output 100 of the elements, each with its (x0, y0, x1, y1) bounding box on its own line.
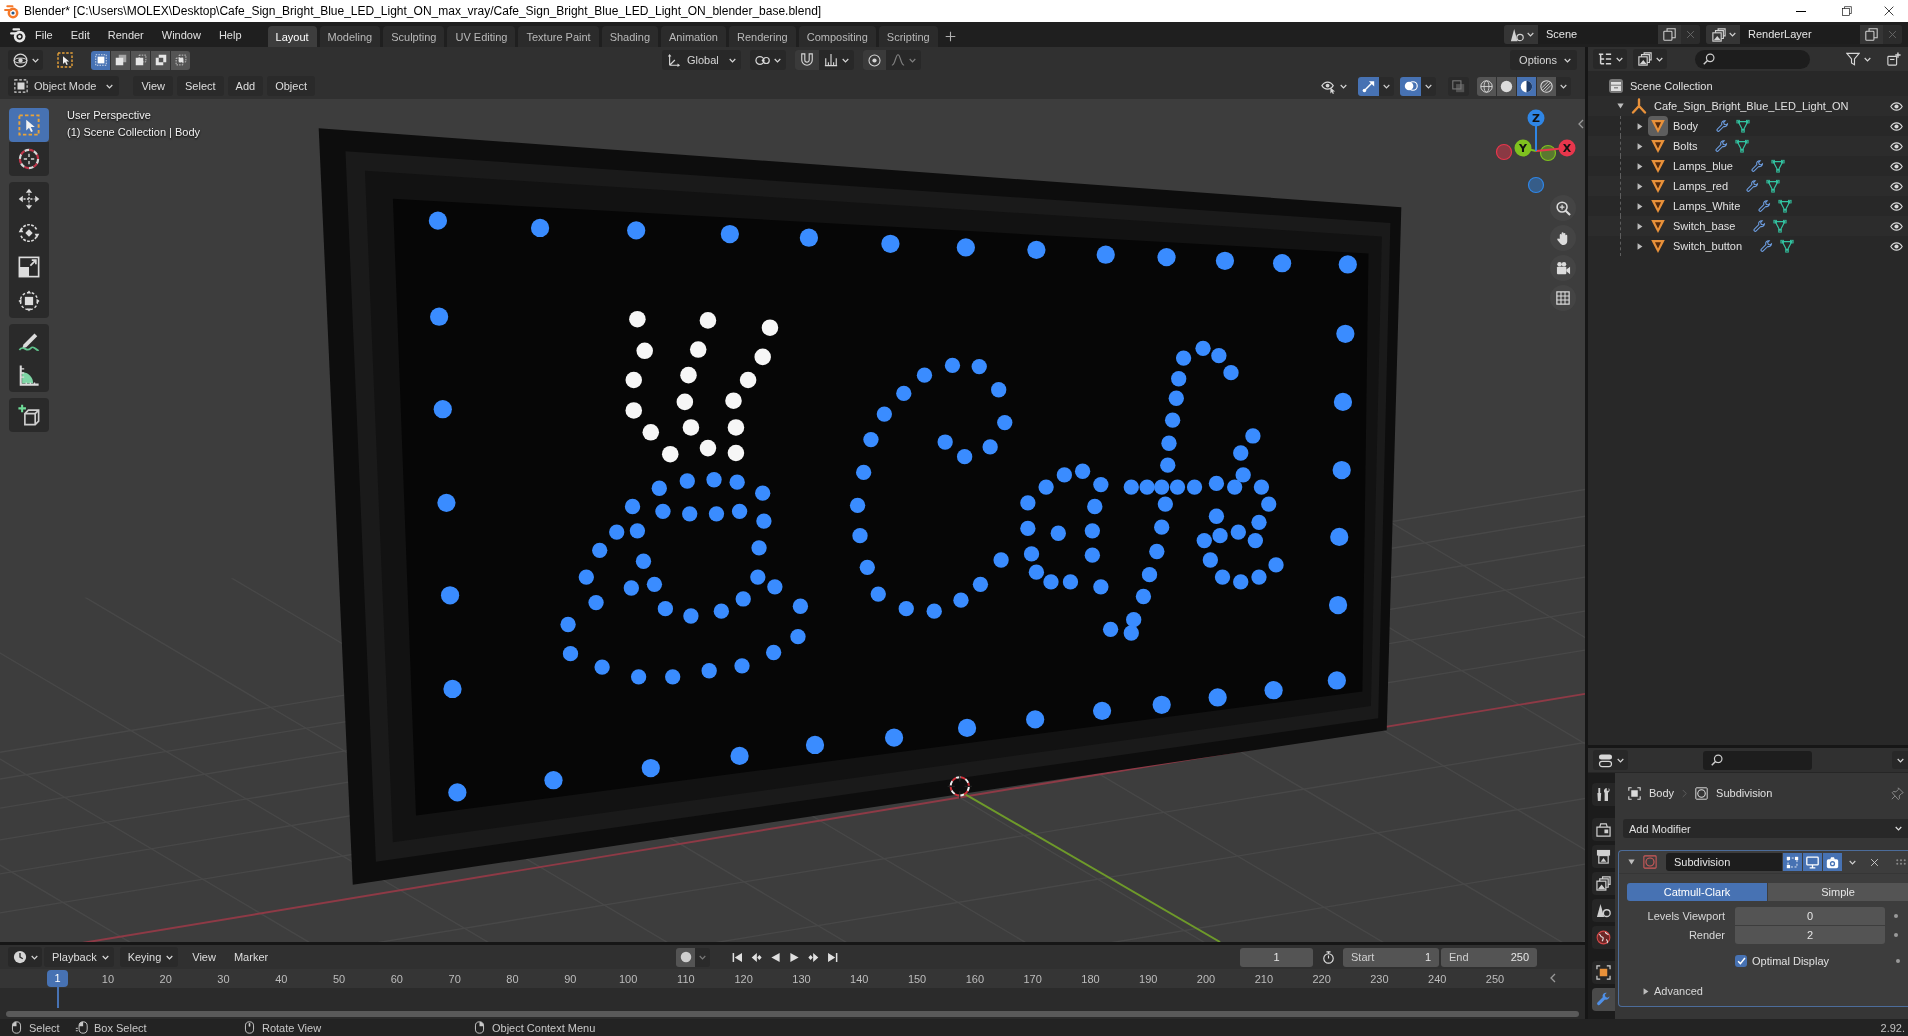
disclosure-triangle-icon[interactable] (1617, 103, 1624, 109)
optimal-display-checkbox[interactable] (1735, 955, 1747, 967)
tree-item[interactable]: Switch_button (1673, 240, 1743, 252)
timeline-menu[interactable]: Keying (119, 947, 179, 967)
negative-axis-handle[interactable] (1495, 143, 1513, 161)
proportional-edit-button[interactable] (862, 50, 886, 70)
negative-axis-handle[interactable] (1527, 176, 1545, 194)
edit-mode-toggle[interactable] (1783, 853, 1802, 871)
snap-toggle-button[interactable] (794, 50, 819, 70)
render-toggle[interactable] (1823, 853, 1842, 871)
menu-item[interactable]: Edit (61, 22, 99, 47)
timeline-menu[interactable]: Marker (225, 947, 277, 967)
wrench-icon[interactable] (1716, 119, 1730, 133)
tool-button[interactable] (9, 358, 49, 392)
options-dropdown[interactable] (1892, 751, 1908, 769)
properties-tab[interactable] (1592, 783, 1615, 806)
timeline-menu[interactable]: Playback (44, 947, 114, 967)
display-mode-button[interactable] (1633, 49, 1667, 69)
properties-tab[interactable] (1592, 818, 1615, 841)
header-menu[interactable]: View (133, 76, 174, 96)
gizmo-toggle-button[interactable] (1358, 76, 1379, 96)
tool-button[interactable] (9, 182, 49, 216)
workspace-tab[interactable]: Rendering (728, 26, 796, 47)
start-frame-field[interactable]: Start 1 (1343, 947, 1439, 967)
wrench-icon[interactable] (1746, 179, 1760, 193)
workspace-tab[interactable]: Compositing (798, 26, 876, 47)
selection-mode-button[interactable] (171, 50, 190, 70)
view-layer-name-field[interactable]: RenderLayer (1740, 25, 1860, 44)
workspace-tab[interactable]: Layout (267, 26, 317, 47)
disclosure-triangle-icon[interactable] (1637, 122, 1643, 130)
gizmo-menu-button[interactable] (1379, 76, 1394, 96)
disclosure-triangle-icon[interactable] (1637, 202, 1643, 210)
mesh-data-icon[interactable] (1773, 219, 1788, 233)
overlays-menu-button[interactable] (1421, 76, 1436, 96)
disclosure-triangle-icon[interactable] (1637, 142, 1643, 150)
axis-handle[interactable] (1514, 139, 1532, 157)
workspace-tab[interactable]: UV Editing (447, 26, 516, 47)
selection-mode-button[interactable] (151, 50, 170, 70)
tree-item[interactable]: Lamps_blue (1673, 160, 1733, 172)
disclosure-triangle-icon[interactable] (1637, 222, 1643, 230)
properties-tab[interactable] (1592, 926, 1615, 949)
editor-type-button[interactable] (8, 947, 42, 967)
shading-menu-button[interactable] (1556, 76, 1571, 96)
number-field[interactable]: 2 (1735, 926, 1885, 944)
current-frame-marker[interactable]: 1 (47, 970, 68, 987)
tree-item[interactable]: Scene Collection (1630, 80, 1713, 92)
wrench-icon[interactable] (1753, 219, 1767, 233)
scene-name-field[interactable]: Scene (1538, 25, 1658, 44)
wrench-icon[interactable] (1715, 139, 1729, 153)
shading-mode-button[interactable] (1497, 76, 1516, 96)
properties-tab[interactable] (1592, 961, 1615, 984)
mode-dropdown[interactable]: Object Mode (8, 76, 120, 96)
menu-item[interactable]: File (26, 22, 62, 47)
wrench-icon[interactable] (1750, 159, 1764, 173)
add-modifier-dropdown[interactable]: Add Modifier (1623, 819, 1908, 838)
subdivision-type-button[interactable]: Catmull-Clark (1627, 883, 1767, 901)
scrollbar-thumb[interactable] (6, 1010, 1579, 1017)
header-menu[interactable]: Add (227, 76, 264, 96)
tree-item[interactable]: Switch_base (1673, 220, 1736, 232)
number-field[interactable]: 0 (1735, 907, 1885, 925)
eye-icon[interactable] (1890, 179, 1903, 193)
workspace-tab[interactable]: Texture Paint (518, 26, 599, 47)
new-scene-button[interactable] (1658, 25, 1681, 44)
workspace-tab[interactable]: Sculpting (383, 26, 445, 47)
end-frame-field[interactable]: End 250 (1441, 947, 1537, 967)
eye-icon[interactable] (1890, 219, 1903, 233)
modifier-name-field[interactable]: Subdivision (1666, 853, 1782, 871)
pivot-point-dropdown[interactable] (749, 50, 786, 70)
select-box-icon[interactable] (57, 52, 73, 68)
axis-handle[interactable] (1558, 139, 1576, 157)
shading-mode-button[interactable] (1517, 76, 1536, 96)
selection-mode-button[interactable] (131, 50, 150, 70)
mesh-data-icon[interactable] (1736, 119, 1751, 133)
subpanel-header[interactable]: Advanced (1654, 985, 1703, 997)
mesh-data-icon[interactable] (1766, 179, 1781, 193)
editor-type-button[interactable] (1593, 49, 1627, 69)
header-menu[interactable]: Object (267, 76, 315, 96)
search-field[interactable] (1695, 49, 1810, 69)
blender-logo-icon[interactable] (10, 26, 26, 43)
tree-item[interactable]: Lamps_White (1673, 200, 1741, 212)
shading-mode-button[interactable] (1477, 76, 1496, 96)
properties-tab[interactable] (1592, 899, 1615, 922)
subdivision-type-button[interactable]: Simple (1768, 883, 1908, 901)
workspace-tab[interactable]: Modeling (319, 26, 381, 47)
overlays-toggle-button[interactable] (1400, 76, 1421, 96)
workspace-tab[interactable]: Animation (661, 26, 726, 47)
eye-icon[interactable] (1890, 119, 1903, 133)
viewport-toggle[interactable] (1803, 853, 1822, 871)
drag-handle-icon[interactable] (1896, 859, 1906, 865)
xray-toggle-button[interactable] (1448, 76, 1469, 96)
tool-button[interactable] (9, 142, 49, 176)
menu-item[interactable]: Render (98, 22, 153, 47)
tree-item[interactable]: Body (1673, 120, 1699, 132)
menu-item[interactable]: Window (152, 22, 210, 47)
eye-icon[interactable] (1890, 139, 1903, 153)
timeline-menu[interactable]: View (184, 947, 224, 967)
eye-icon[interactable] (1890, 199, 1903, 213)
selection-mode-button[interactable] (91, 50, 110, 70)
header-menu[interactable]: Select (177, 76, 224, 96)
new-view-layer-button[interactable] (1860, 25, 1883, 44)
